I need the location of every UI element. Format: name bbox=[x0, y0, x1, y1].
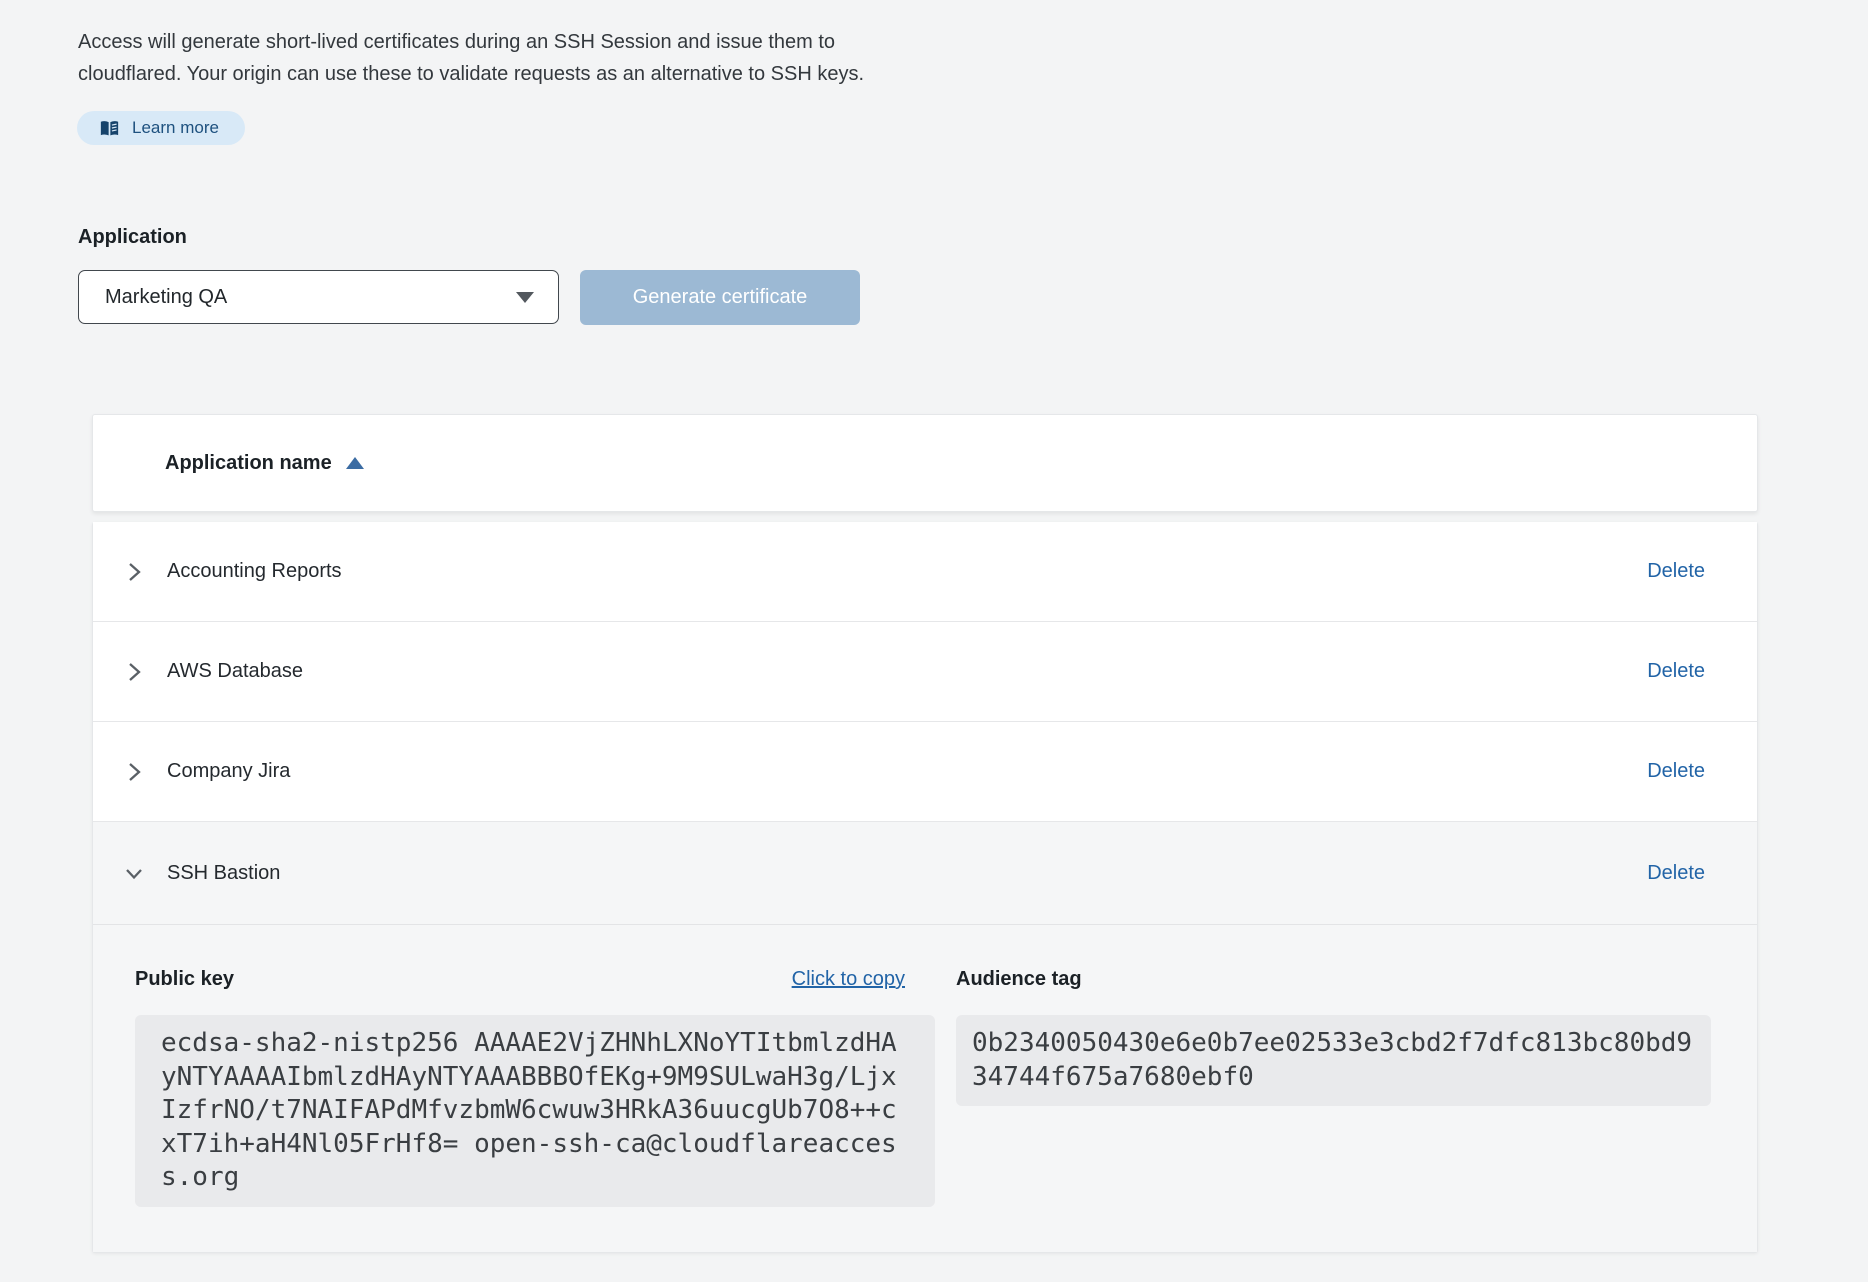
application-name: Accounting Reports bbox=[167, 560, 342, 583]
chevron-right-icon[interactable] bbox=[121, 759, 147, 785]
table-row: Accounting Reports Delete bbox=[93, 522, 1757, 622]
application-select-value: Marketing QA bbox=[105, 286, 227, 309]
column-header-application-name[interactable]: Application name bbox=[165, 452, 332, 475]
application-name: AWS Database bbox=[167, 660, 303, 683]
chevron-right-icon[interactable] bbox=[121, 659, 147, 685]
public-key-label: Public key bbox=[135, 965, 234, 993]
certificate-details-panel: Public key Click to copy ecdsa-sha2-nist… bbox=[93, 925, 1757, 1252]
learn-more-label: Learn more bbox=[132, 118, 219, 138]
select-caret-icon bbox=[516, 292, 534, 303]
chevron-right-icon[interactable] bbox=[121, 559, 147, 585]
delete-button[interactable]: Delete bbox=[1647, 660, 1705, 683]
public-key-value[interactable]: ecdsa-sha2-nistp256 AAAAE2VjZHNhLXNoYTIt… bbox=[135, 1015, 935, 1207]
generate-certificate-button[interactable]: Generate certificate bbox=[580, 270, 860, 325]
application-select[interactable]: Marketing QA bbox=[78, 270, 559, 324]
application-name: Company Jira bbox=[167, 760, 290, 783]
delete-button[interactable]: Delete bbox=[1647, 560, 1705, 583]
table-row-expanded: SSH Bastion Delete bbox=[93, 822, 1757, 925]
table-row: Company Jira Delete bbox=[93, 722, 1757, 822]
sort-ascending-icon[interactable] bbox=[346, 457, 364, 469]
learn-more-button[interactable]: Learn more bbox=[77, 111, 245, 145]
click-to-copy-link[interactable]: Click to copy bbox=[792, 965, 905, 993]
application-name: SSH Bastion bbox=[167, 862, 280, 885]
audience-tag-label: Audience tag bbox=[956, 965, 1082, 993]
audience-tag-value[interactable]: 0b2340050430e6e0b7ee02533e3cbd2f7dfc813b… bbox=[956, 1015, 1711, 1106]
application-label: Application bbox=[78, 226, 187, 249]
chevron-down-icon[interactable] bbox=[121, 860, 147, 886]
page-description: Access will generate short-lived certifi… bbox=[78, 26, 906, 90]
table-header: Application name bbox=[92, 414, 1758, 512]
book-icon bbox=[99, 119, 120, 138]
delete-button[interactable]: Delete bbox=[1647, 760, 1705, 783]
delete-button[interactable]: Delete bbox=[1647, 862, 1705, 885]
expanded-row-group: SSH Bastion Delete Public key Click to c… bbox=[93, 822, 1757, 1252]
applications-table: Accounting Reports Delete AWS Database D… bbox=[92, 522, 1758, 1253]
table-row: AWS Database Delete bbox=[93, 622, 1757, 722]
